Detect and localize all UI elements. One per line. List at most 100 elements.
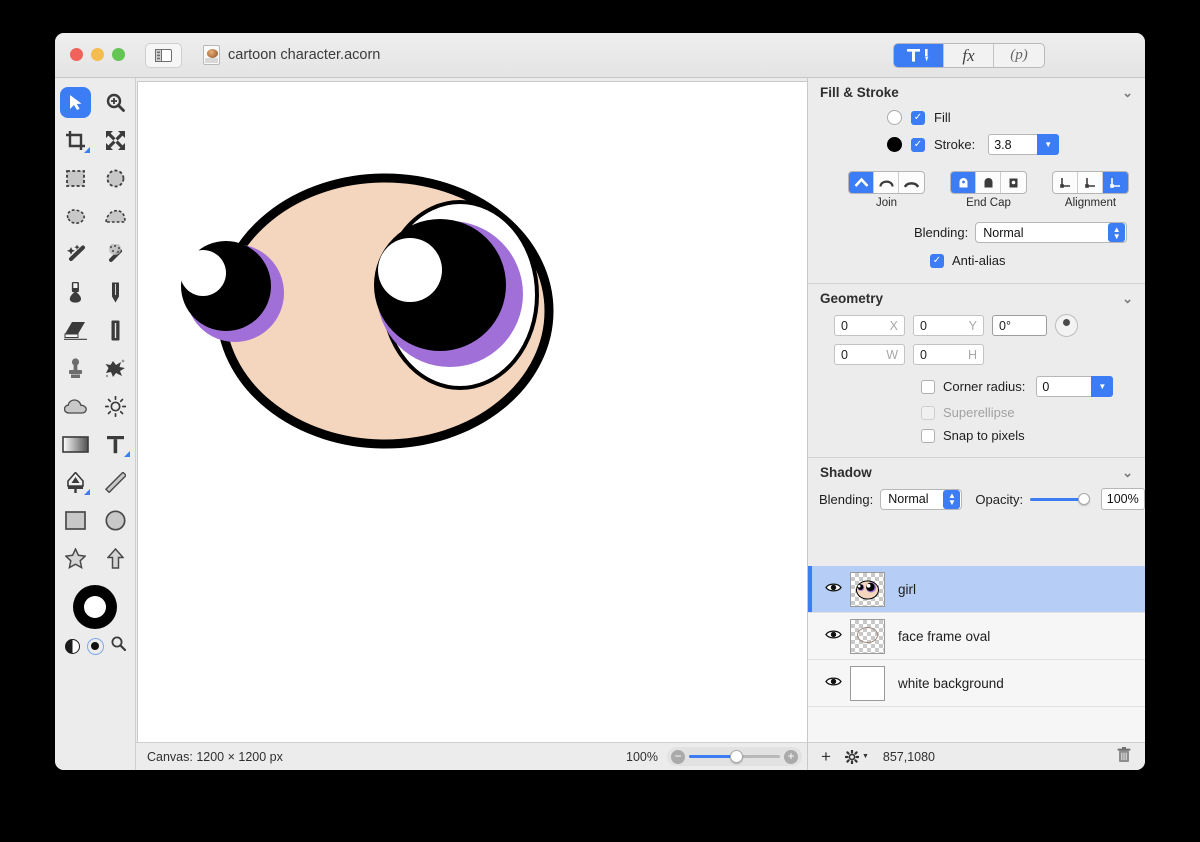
document-canvas[interactable] (137, 81, 809, 743)
chevron-updown-icon[interactable]: ▲ ▼ (943, 489, 961, 509)
corner-radius-field[interactable]: 0 ▼ (1036, 376, 1114, 397)
stroke-color-swatch[interactable] (887, 137, 902, 152)
fill-color-swatch[interactable] (887, 110, 902, 125)
tool-eraser[interactable] (55, 314, 95, 347)
chevron-down-icon[interactable]: ⌄ (1122, 85, 1133, 101)
tool-gradient[interactable] (55, 428, 95, 461)
layer-visibility-toggle[interactable] (825, 674, 842, 692)
x-field[interactable]: 0 X (834, 315, 905, 336)
zoom-slider[interactable]: − + (667, 747, 802, 766)
chevron-down-icon[interactable]: ⌄ (1122, 291, 1133, 307)
alignment-inside-button[interactable] (1053, 172, 1078, 193)
tool-transform[interactable] (95, 124, 135, 157)
layer-visibility-toggle[interactable] (825, 627, 842, 645)
corner-radius-stepper[interactable]: ▼ (1091, 376, 1114, 397)
corner-radius-checkbox[interactable] (921, 379, 935, 394)
layer-visibility-toggle[interactable] (825, 580, 842, 598)
swap-colors-icon[interactable] (64, 638, 80, 654)
geometry-header[interactable]: Geometry ⌄ (808, 284, 1145, 313)
stroke-width-stepper[interactable]: ▼ (1037, 134, 1060, 155)
corner-radius-value[interactable]: 0 (1036, 376, 1092, 397)
join-bevel-button[interactable] (899, 172, 924, 193)
layer-settings-button[interactable]: ▼ (844, 749, 869, 764)
layer-row-girl[interactable]: girl (808, 566, 1145, 613)
tab-presets[interactable]: (p) (994, 44, 1044, 67)
layer-row-face-frame-oval[interactable]: face frame oval (808, 613, 1145, 660)
shadow-blending-dropdown[interactable]: Normal ▲ ▼ (880, 488, 963, 510)
antialias-checkbox[interactable]: ✓ (930, 253, 944, 268)
tool-ellipse-shape[interactable] (95, 504, 135, 537)
default-colors-icon[interactable] (86, 637, 104, 655)
stroke-width-value[interactable]: 3.8 (988, 134, 1038, 155)
tool-text[interactable] (95, 428, 135, 461)
layer-row-white-background[interactable]: white background (808, 660, 1145, 707)
join-group[interactable] (848, 171, 925, 194)
fill-color-swatch[interactable] (84, 596, 106, 618)
endcap-butt-button[interactable] (1001, 172, 1026, 193)
shadow-header[interactable]: Shadow ⌄ (808, 458, 1145, 487)
endcap-square-button[interactable] (976, 172, 1001, 193)
close-button[interactable] (70, 48, 83, 61)
rotation-field[interactable]: 0° (992, 315, 1047, 336)
zoom-in-icon[interactable]: + (784, 749, 798, 764)
join-round-button[interactable] (874, 172, 899, 193)
endcap-group[interactable] (950, 171, 1027, 194)
layer-name[interactable]: face frame oval (898, 629, 990, 644)
maximize-button[interactable] (112, 48, 125, 61)
tool-move-select[interactable] (55, 86, 95, 119)
alignment-outside-button[interactable] (1103, 172, 1128, 193)
tool-pencil[interactable] (95, 276, 135, 309)
snap-to-pixels-checkbox[interactable] (921, 428, 935, 443)
tool-zoom[interactable] (95, 86, 135, 119)
color-well[interactable] (73, 585, 117, 629)
tool-crop[interactable] (55, 124, 95, 157)
layer-name[interactable]: white background (898, 676, 1004, 691)
tool-star-shape[interactable] (55, 542, 95, 575)
opacity-value[interactable]: 100% (1100, 488, 1145, 510)
tool-splatter[interactable] (95, 352, 135, 385)
minimize-button[interactable] (91, 48, 104, 61)
delete-layer-button[interactable] (1117, 747, 1131, 766)
y-field[interactable]: 0 Y (913, 315, 984, 336)
alignment-group[interactable] (1052, 171, 1129, 194)
chevron-updown-icon[interactable]: ▲ ▼ (1108, 223, 1126, 242)
join-miter-button[interactable] (849, 172, 874, 193)
tool-arrow-shape[interactable] (95, 542, 135, 575)
tool-clone-stamp[interactable] (55, 352, 95, 385)
opacity-slider-knob[interactable] (1077, 493, 1090, 505)
tool-ellipse-select[interactable] (95, 162, 135, 195)
tool-magic-wand-soft[interactable] (95, 238, 135, 271)
tool-lasso-select[interactable] (55, 200, 95, 233)
tool-rect-select[interactable] (55, 162, 95, 195)
tool-dodge-burn[interactable] (95, 390, 135, 423)
chevron-down-icon[interactable]: ▼ (862, 753, 869, 760)
tool-polygon-select[interactable] (95, 200, 135, 233)
fill-stroke-header[interactable]: Fill & Stroke ⌄ (808, 78, 1145, 107)
tab-tools[interactable] (894, 44, 944, 67)
stroke-checkbox[interactable]: ✓ (911, 137, 925, 152)
tab-effects[interactable]: fx (944, 44, 994, 67)
tool-paint-bucket[interactable] (55, 276, 95, 309)
color-picker-icon[interactable] (111, 636, 126, 656)
fill-checkbox[interactable]: ✓ (911, 110, 925, 125)
tool-rectangle-shape[interactable] (55, 504, 95, 537)
rotation-dial[interactable] (1055, 314, 1078, 337)
endcap-round-button[interactable] (951, 172, 976, 193)
h-field[interactable]: 0 H (913, 344, 984, 365)
tool-bezier-pen[interactable] (55, 466, 95, 499)
zoom-out-icon[interactable]: − (671, 749, 685, 764)
sidebar-toggle-button[interactable] (145, 43, 182, 68)
zoom-slider-knob[interactable] (730, 750, 743, 763)
blending-dropdown[interactable]: Normal ▲ ▼ (975, 222, 1128, 243)
stroke-width-field[interactable]: 3.8 ▼ (988, 134, 1060, 155)
layer-name[interactable]: girl (898, 582, 916, 597)
alignment-center-button[interactable] (1078, 172, 1103, 193)
tool-blur[interactable] (55, 390, 95, 423)
opacity-slider[interactable] (1030, 492, 1090, 506)
tool-magic-wand[interactable] (55, 238, 95, 271)
chevron-down-icon[interactable]: ⌄ (1122, 465, 1133, 481)
tool-smudge[interactable] (95, 314, 135, 347)
tool-line[interactable] (95, 466, 135, 499)
add-layer-button[interactable]: + (821, 747, 831, 767)
w-field[interactable]: 0 W (834, 344, 905, 365)
